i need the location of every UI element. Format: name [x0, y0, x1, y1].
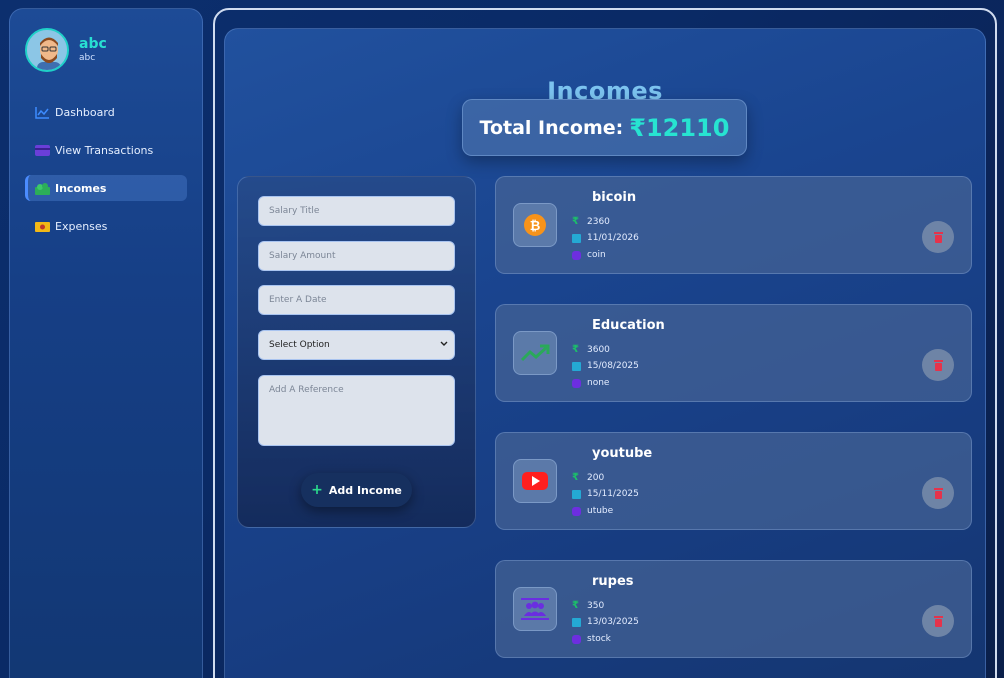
sidebar-item-label: Dashboard — [55, 105, 115, 119]
credit-card-icon — [35, 144, 50, 157]
plus-icon: + — [311, 482, 323, 498]
svg-text:₿: ₿ — [530, 219, 541, 234]
rupee-icon: ₹ — [572, 600, 579, 611]
rupee-icon: ₹ — [572, 472, 579, 483]
avatar-image — [27, 30, 67, 70]
income-description: utube — [572, 506, 613, 516]
sidebar-item-incomes[interactable]: Incomes — [25, 175, 187, 201]
total-income-label: Total Income: — [479, 116, 624, 139]
comment-icon — [572, 250, 581, 260]
sidebar: abc abc Dashboard View Transactions Inco… — [9, 8, 203, 678]
income-description: coin — [572, 250, 606, 260]
users-icon — [513, 587, 557, 631]
income-amount: ₹350 — [572, 600, 605, 611]
add-income-button[interactable]: + Add Income — [301, 473, 412, 507]
calendar-icon — [572, 233, 581, 243]
user-subtitle: abc — [79, 53, 96, 63]
reference-placeholder: Add A Reference — [269, 385, 344, 395]
income-title: youtube — [592, 446, 653, 461]
sidebar-item-label: View Transactions — [55, 143, 154, 157]
trash-icon — [933, 616, 943, 627]
youtube-icon — [513, 459, 557, 503]
sidebar-item-label: Expenses — [55, 219, 108, 233]
user-profile: abc abc — [25, 28, 107, 72]
category-select[interactable]: Select Option — [258, 330, 455, 360]
income-amount: ₹200 — [572, 472, 605, 483]
user-name: abc — [79, 36, 107, 52]
income-item: Education ₹3600 15/08/2025 none — [495, 304, 972, 402]
comment-icon — [572, 378, 581, 388]
income-amount: ₹3600 — [572, 344, 610, 355]
income-title: rupes — [592, 574, 634, 589]
income-amount: ₹2360 — [572, 216, 610, 227]
salary-amount-input[interactable]: Salary Amount — [258, 241, 455, 271]
total-income-box: Total Income: ₹12110 — [462, 99, 747, 156]
sidebar-item-view-transactions[interactable]: View Transactions — [25, 137, 187, 163]
calendar-icon — [572, 361, 581, 371]
date-placeholder: Enter A Date — [269, 295, 327, 305]
sidebar-nav: Dashboard View Transactions Incomes Expe… — [25, 99, 187, 251]
delete-button[interactable] — [922, 349, 954, 381]
income-date: 15/08/2025 — [572, 361, 639, 371]
calendar-icon — [572, 617, 581, 627]
comment-icon — [572, 506, 581, 516]
sidebar-item-dashboard[interactable]: Dashboard — [25, 99, 187, 125]
income-date: 15/11/2025 — [572, 489, 639, 499]
delete-button[interactable] — [922, 221, 954, 253]
money-stack-icon — [35, 182, 50, 195]
delete-button[interactable] — [922, 477, 954, 509]
date-input[interactable]: Enter A Date — [258, 285, 455, 315]
income-title: Education — [592, 318, 665, 333]
income-title: bicoin — [592, 190, 637, 205]
rupee-icon: ₹ — [572, 344, 579, 355]
income-date: 11/01/2026 — [572, 233, 639, 243]
trending-up-icon — [513, 331, 557, 375]
avatar[interactable] — [25, 28, 69, 72]
salary-title-input[interactable]: Salary Title — [258, 196, 455, 226]
category-select-value: Select Option — [269, 340, 330, 350]
reference-textarea[interactable]: Add A Reference — [258, 375, 455, 446]
chart-line-icon — [35, 106, 50, 119]
sidebar-item-label: Incomes — [55, 181, 107, 195]
income-item: ₿ bicoin ₹2360 11/01/2026 coin — [495, 176, 972, 274]
delete-button[interactable] — [922, 605, 954, 637]
income-item: rupes ₹350 13/03/2025 stock — [495, 560, 972, 658]
sidebar-item-expenses[interactable]: Expenses — [25, 213, 187, 239]
rupee-icon: ₹ — [572, 216, 579, 227]
income-description: stock — [572, 634, 611, 644]
calendar-icon — [572, 489, 581, 499]
comment-icon — [572, 634, 581, 644]
bitcoin-icon: ₿ — [513, 203, 557, 247]
income-description: none — [572, 378, 609, 388]
income-item: youtube ₹200 15/11/2025 utube — [495, 432, 972, 530]
salary-amount-placeholder: Salary Amount — [269, 251, 336, 261]
salary-title-placeholder: Salary Title — [269, 206, 320, 216]
trash-icon — [933, 488, 943, 499]
trash-icon — [933, 360, 943, 371]
cash-icon — [35, 220, 50, 233]
total-income-value: ₹12110 — [629, 113, 730, 142]
income-date: 13/03/2025 — [572, 617, 639, 627]
trash-icon — [933, 232, 943, 243]
chevron-down-icon — [440, 340, 448, 350]
add-income-label: Add Income — [328, 483, 402, 497]
